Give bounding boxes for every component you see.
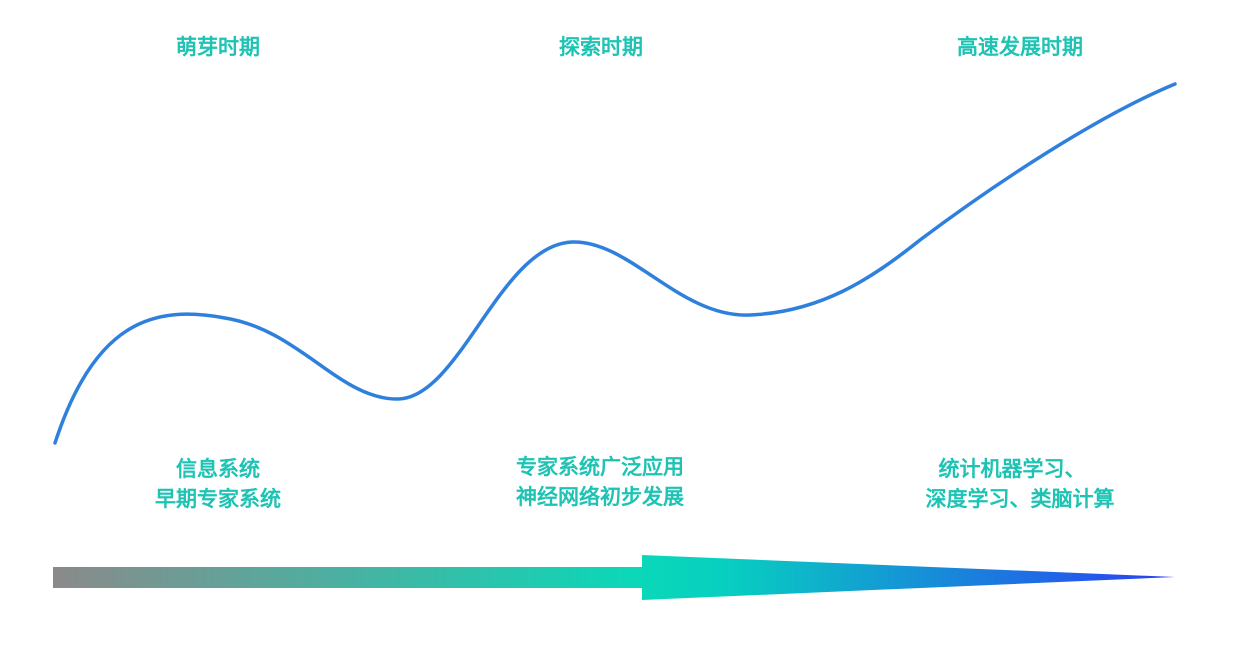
stage-1-desc-line1: 信息系统 bbox=[176, 457, 260, 481]
timeline-arrow bbox=[53, 555, 1175, 600]
stage-2-title: 探索时期 bbox=[559, 35, 643, 59]
growth-curve bbox=[53, 82, 1177, 445]
stage-3-title: 高速发展时期 bbox=[957, 35, 1083, 59]
stage-1-title: 萌芽时期 bbox=[176, 35, 260, 59]
stage-2-desc-line2: 神经网络初步发展 bbox=[516, 485, 684, 509]
stage-3-desc-line1: 统计机器学习、 bbox=[939, 457, 1086, 481]
stage-3-desc-line2: 深度学习、类脑计算 bbox=[926, 487, 1115, 511]
stage-2-desc-line1: 专家系统广泛应用 bbox=[516, 455, 684, 479]
development-timeline-diagram: 萌芽时期 探索时期 高速发展时期 信息系统 早期专家系统 专家系统广泛应用 神经… bbox=[53, 35, 1177, 600]
stage-1-desc-line2: 早期专家系统 bbox=[155, 487, 281, 511]
